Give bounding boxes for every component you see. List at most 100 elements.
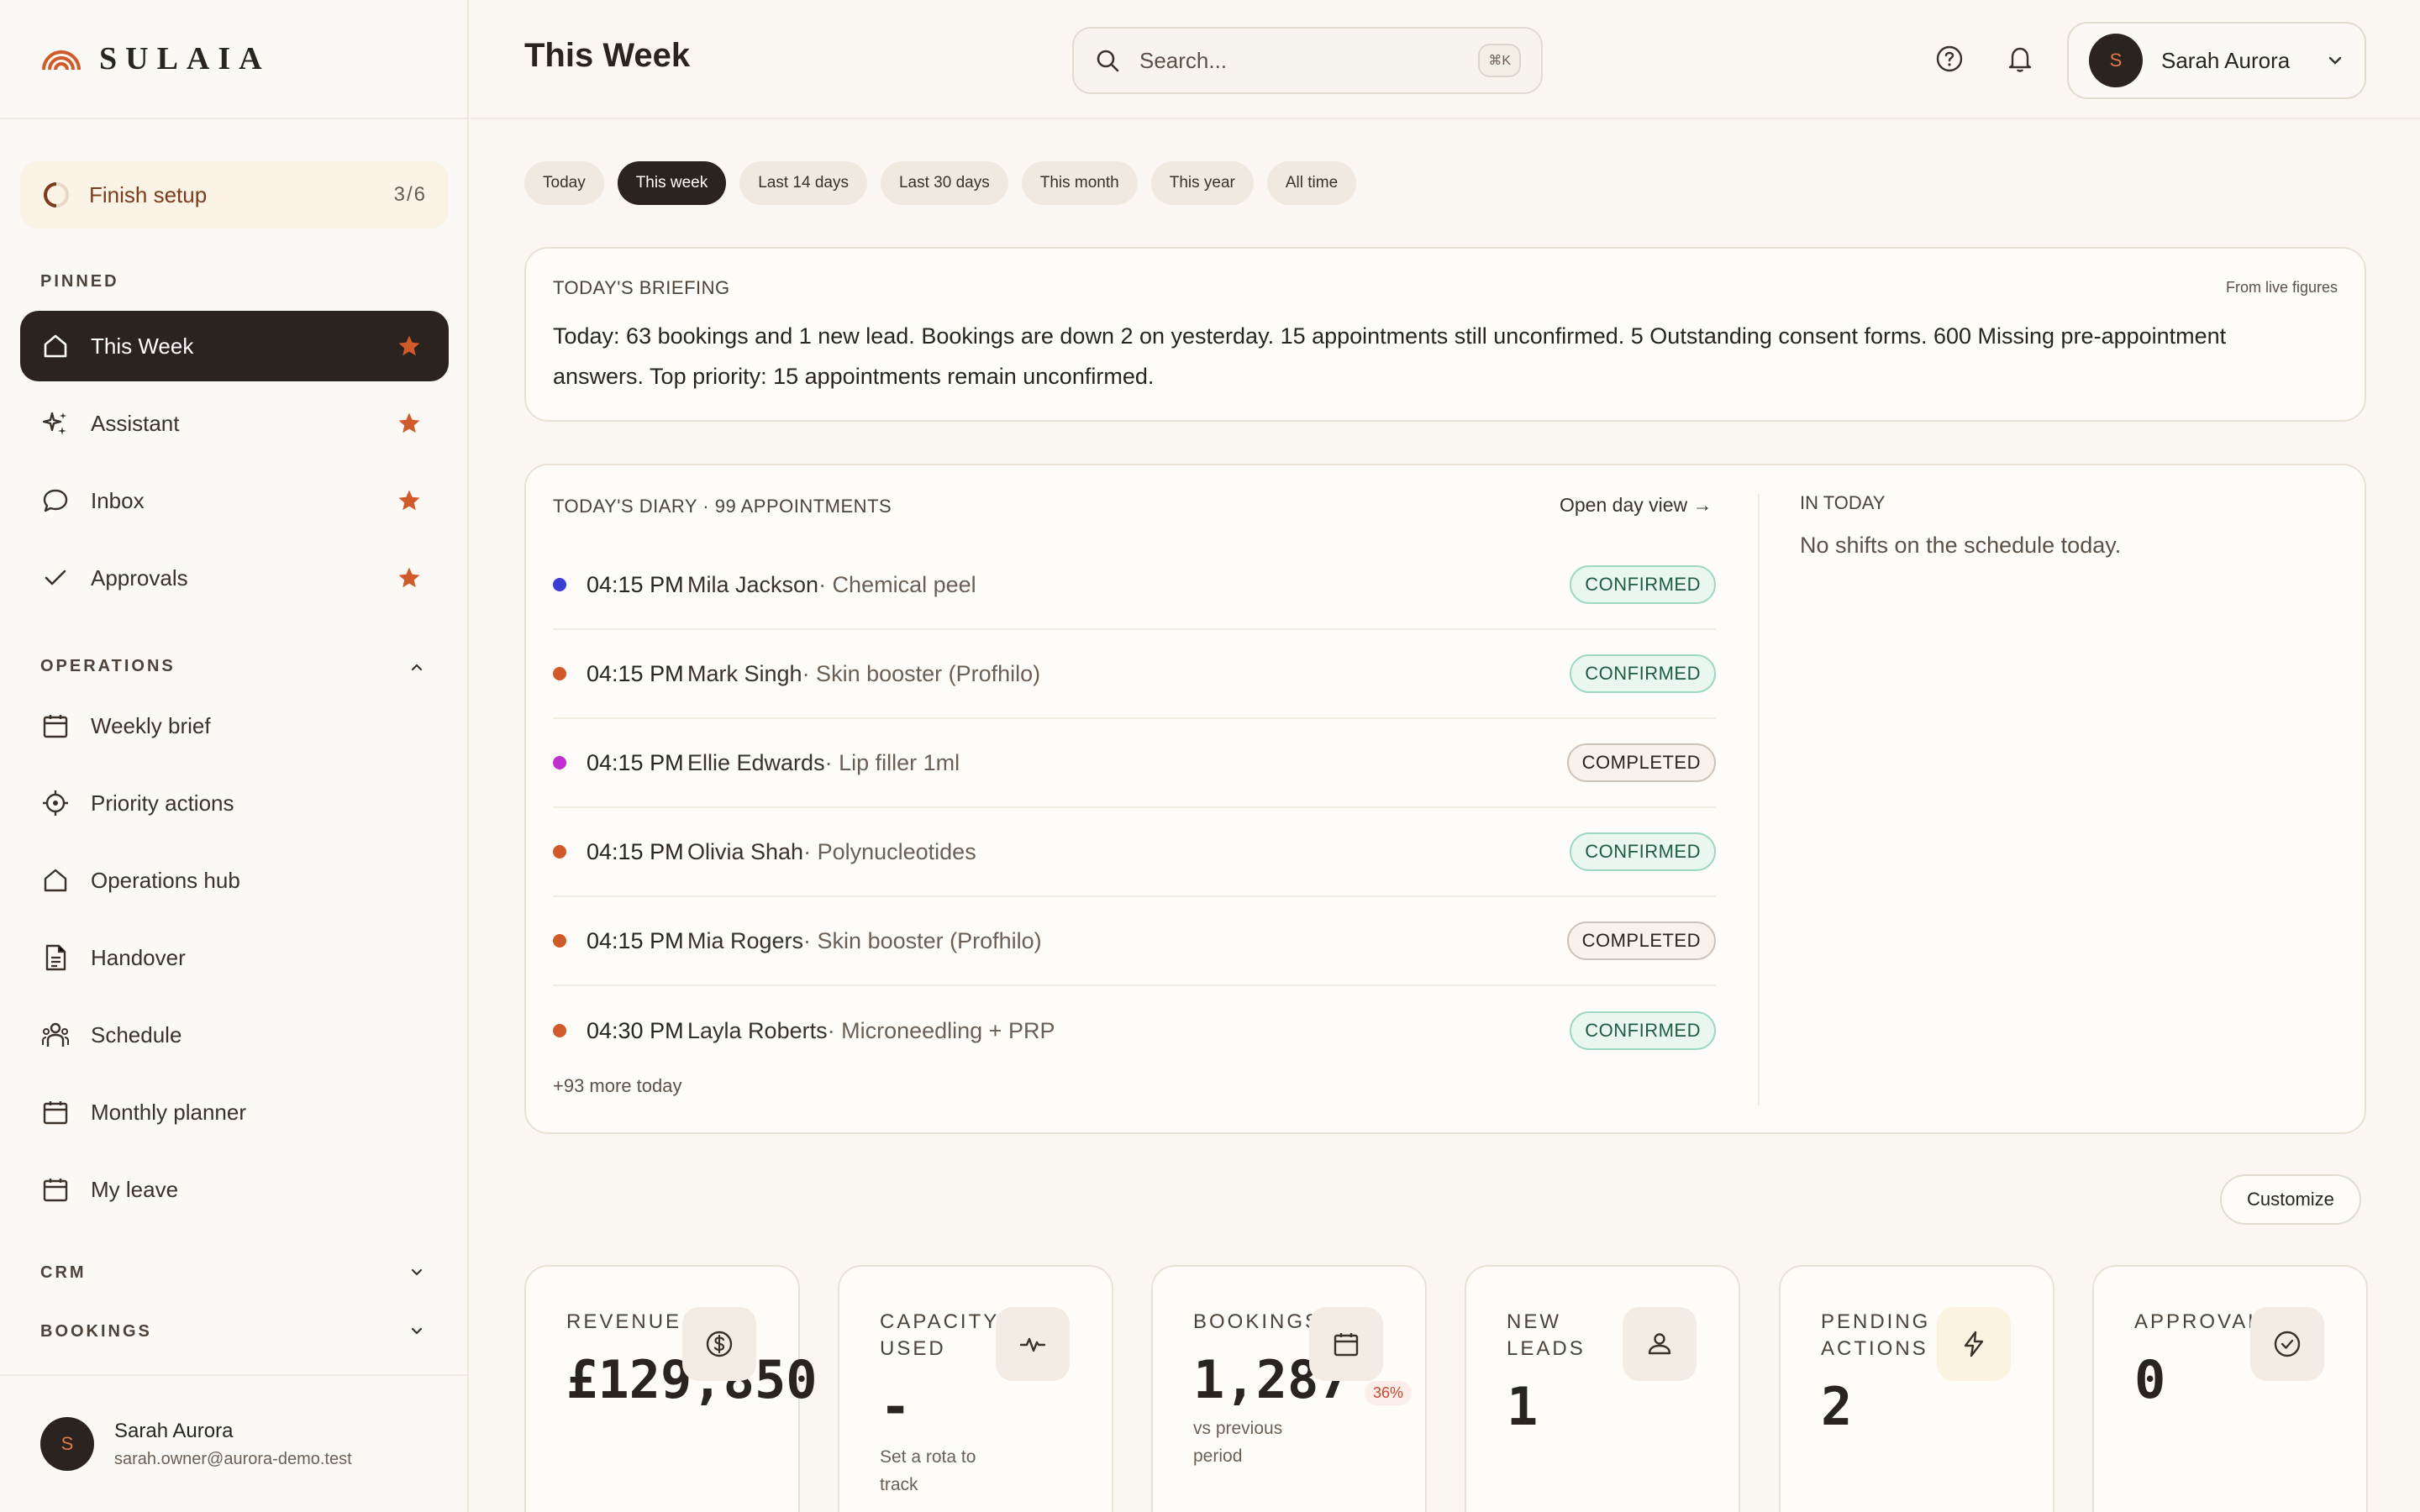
customize-button[interactable]: Customize xyxy=(2220,1174,2361,1225)
kpi-value: 1 xyxy=(1507,1376,1539,1437)
kpi-card-new-leads[interactable]: NEW LEADS 1 xyxy=(1465,1265,1740,1512)
practitioner-dot xyxy=(553,756,566,769)
sidebar-item-priority-actions[interactable]: Priority actions xyxy=(20,768,449,838)
sidebar-item-assistant[interactable]: Assistant xyxy=(20,388,449,459)
bookings-section-label[interactable]: BOOKINGS xyxy=(40,1322,152,1341)
brand-name: SULAIA xyxy=(99,41,271,76)
sidebar-item-approvals[interactable]: Approvals xyxy=(20,543,449,613)
sidebar-item-label: Handover xyxy=(91,944,186,970)
practitioner-dot xyxy=(553,578,566,591)
appointment-time: 04:30 PM xyxy=(587,1018,684,1043)
in-today-empty-text: No shifts on the schedule today. xyxy=(1800,533,2122,558)
practitioner-dot xyxy=(553,1024,566,1037)
sunrise-logo-icon xyxy=(42,50,81,71)
search-bar[interactable]: ⌘K xyxy=(1072,27,1543,94)
chevron-down-icon[interactable] xyxy=(408,1263,425,1280)
sidebar-user-card[interactable]: S Sarah Aurora sarah.owner@aurora-demo.t… xyxy=(0,1374,469,1512)
client-name: Olivia Shah xyxy=(687,838,804,864)
filter-today[interactable]: Today xyxy=(524,161,604,205)
practitioner-dot xyxy=(553,845,566,858)
filter-this-month[interactable]: This month xyxy=(1021,161,1138,205)
briefing-caption: TODAY'S BRIEFING xyxy=(553,277,730,298)
operations-section-label[interactable]: OPERATIONS xyxy=(40,657,176,676)
chevron-up-icon[interactable] xyxy=(408,659,425,675)
kpi-card-bookings[interactable]: BOOKINGS 1,287 vs previous period 36% xyxy=(1151,1265,1427,1512)
star-icon[interactable] xyxy=(397,333,422,359)
check-icon xyxy=(45,570,66,585)
sidebar-item-handover[interactable]: Handover xyxy=(20,922,449,993)
sidebar-item-label: This Week xyxy=(91,333,194,359)
search-input[interactable] xyxy=(1139,47,1459,74)
help-icon[interactable] xyxy=(1934,44,1965,74)
bolt-icon xyxy=(1964,1331,1984,1357)
dollar-icon xyxy=(706,1331,733,1357)
calendar-icon xyxy=(1334,1333,1359,1357)
appointment-time: 04:15 PM xyxy=(587,750,684,775)
user-menu-name: Sarah Aurora xyxy=(2161,47,2291,73)
user-meta: Sarah Aurora sarah.owner@aurora-demo.tes… xyxy=(114,1420,352,1469)
kpi-label: CAPACITY USED xyxy=(880,1310,999,1360)
kpi-icon-tile xyxy=(682,1307,756,1381)
sidebar-item-schedule[interactable]: Schedule xyxy=(20,1000,449,1070)
appointment-row[interactable]: 04:15 PM Olivia Shah · Polynucleotides C… xyxy=(553,808,1716,897)
status-badge: COMPLETED xyxy=(1566,743,1716,782)
user-menu-button[interactable]: S Sarah Aurora xyxy=(2067,22,2366,99)
briefing-text: Today: 63 bookings and 1 new lead. Booki… xyxy=(553,323,2227,389)
sidebar-item-inbox[interactable]: Inbox xyxy=(20,465,449,536)
calendar-icon xyxy=(43,715,68,738)
sidebar-item-operations-hub[interactable]: Operations hub xyxy=(20,845,449,916)
crm-section-label[interactable]: CRM xyxy=(40,1263,87,1283)
chevron-down-icon xyxy=(2328,56,2342,65)
brand[interactable]: SULAIA xyxy=(0,0,467,119)
kpi-subtext: vs previous period xyxy=(1193,1419,1283,1466)
calendar-icon xyxy=(43,1101,68,1125)
sidebar-item-my-leave[interactable]: My leave xyxy=(20,1154,449,1225)
sidebar-item-weekly-brief[interactable]: Weekly brief xyxy=(20,690,449,761)
sidebar-item-label: Monthly planner xyxy=(91,1099,246,1125)
appointment-row[interactable]: 04:15 PM Mila Jackson · Chemical peel CO… xyxy=(553,541,1716,630)
kpi-icon-tile xyxy=(996,1307,1070,1381)
star-icon[interactable] xyxy=(397,488,422,513)
in-today-caption: IN TODAY xyxy=(1800,492,1886,513)
star-icon[interactable] xyxy=(397,411,422,436)
appointment-row[interactable]: 04:15 PM Mark Singh · Skin booster (Prof… xyxy=(553,630,1716,719)
filter-last-30-days[interactable]: Last 30 days xyxy=(880,161,1008,205)
kpi-card-pending-actions[interactable]: PENDING ACTIONS 2 xyxy=(1779,1265,2054,1512)
kpi-card-capacity-used[interactable]: CAPACITY USED - Set a rota to track xyxy=(838,1265,1113,1512)
appointment-row[interactable]: 04:30 PM Layla Roberts · Microneedling +… xyxy=(553,986,1716,1075)
kpi-card-revenue[interactable]: REVENUE £129,850 xyxy=(524,1265,818,1512)
filter-last-14-days[interactable]: Last 14 days xyxy=(739,161,867,205)
kpi-icon-tile xyxy=(1623,1307,1697,1381)
finish-setup-button[interactable]: Finish setup 3/6 xyxy=(20,161,449,228)
open-day-view-link[interactable]: Open day view → xyxy=(1560,494,1712,517)
appointment-row[interactable]: 04:15 PM Ellie Edwards · Lip filler 1ml … xyxy=(553,719,1716,808)
filter-this-year[interactable]: This year xyxy=(1150,161,1254,205)
filter-this-week[interactable]: This week xyxy=(617,161,727,205)
chevron-down-icon[interactable] xyxy=(408,1322,425,1339)
kpi-label: BOOKINGS xyxy=(1193,1310,1322,1333)
sidebar-item-monthly-planner[interactable]: Monthly planner xyxy=(20,1077,449,1147)
sidebar-item-label: Schedule xyxy=(91,1021,182,1047)
client-name: Layla Roberts xyxy=(687,1017,828,1043)
chat-bubble-icon xyxy=(43,489,68,512)
status-badge: CONFIRMED xyxy=(1570,1011,1716,1050)
sidebar-item-this-week[interactable]: This Week xyxy=(20,311,449,381)
appointment-list: 04:15 PM Mila Jackson · Chemical peel CO… xyxy=(553,541,1716,1075)
kpi-subtext: Set a rota to track xyxy=(880,1447,976,1494)
bell-icon[interactable] xyxy=(2005,44,2035,74)
target-icon xyxy=(43,790,68,816)
service-name: · Lip filler 1ml xyxy=(824,749,960,775)
kpi-card-approvals[interactable]: APPROVALS 0 xyxy=(2092,1265,2368,1512)
service-name: · Chemical peel xyxy=(818,571,976,597)
star-icon[interactable] xyxy=(397,565,422,591)
kpi-icon-tile xyxy=(1309,1307,1383,1381)
appointment-row[interactable]: 04:15 PM Mia Rogers · Skin booster (Prof… xyxy=(553,897,1716,986)
filter-all-time[interactable]: All time xyxy=(1266,161,1357,205)
service-name: · Skin booster (Profhilo) xyxy=(803,927,1042,953)
client-name: Ellie Edwards xyxy=(687,749,825,775)
finish-setup-label: Finish setup xyxy=(89,181,208,207)
appointment-time: 04:15 PM xyxy=(587,928,684,953)
status-badge: CONFIRMED xyxy=(1570,565,1716,604)
sidebar-item-label: My leave xyxy=(91,1176,179,1202)
more-today-link[interactable]: +93 more today xyxy=(553,1075,681,1097)
